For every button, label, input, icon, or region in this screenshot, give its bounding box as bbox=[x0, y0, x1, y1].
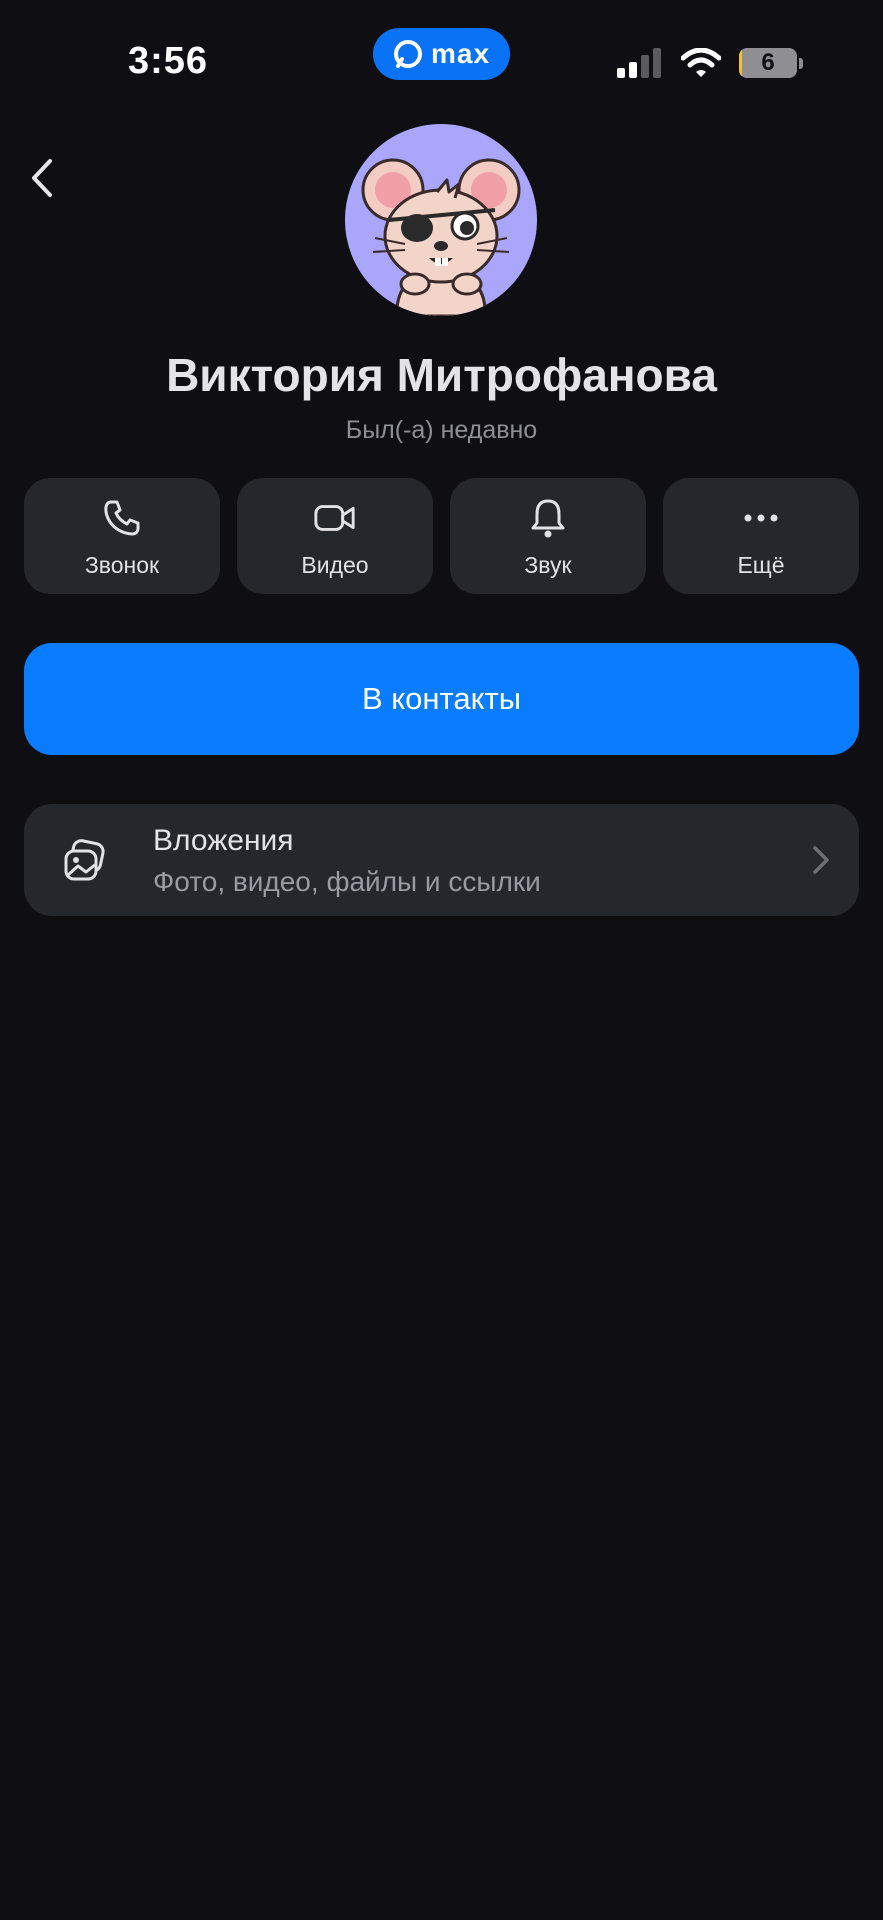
more-button[interactable]: Ещё bbox=[663, 478, 859, 594]
attachments-subtitle: Фото, видео, файлы и ссылки bbox=[153, 866, 541, 897]
sound-button-label: Звук bbox=[524, 552, 572, 578]
video-button-label: Видео bbox=[301, 552, 369, 578]
more-button-label: Ещё bbox=[737, 552, 785, 578]
add-to-contacts-label: В контакты bbox=[361, 681, 522, 716]
mouse-pirate-avatar-icon bbox=[361, 158, 521, 316]
gallery-icon bbox=[64, 839, 105, 881]
max-app-badge[interactable]: max bbox=[373, 28, 510, 80]
more-dots-icon bbox=[739, 496, 783, 540]
battery-level: 6 bbox=[761, 49, 775, 76]
call-button[interactable]: Звонок bbox=[24, 478, 220, 594]
cellular-signal-icon bbox=[617, 48, 661, 78]
attachments-row[interactable]: Вложения Фото, видео, файлы и ссылки bbox=[24, 804, 859, 916]
status-time: 3:56 bbox=[128, 40, 209, 82]
status-indicators: 6 bbox=[617, 48, 803, 78]
back-button[interactable] bbox=[22, 150, 62, 206]
chevron-left-icon bbox=[32, 159, 52, 197]
chevron-right-icon bbox=[813, 846, 829, 874]
wifi-icon bbox=[681, 48, 721, 77]
attachments-title: Вложения bbox=[153, 824, 294, 857]
max-badge-label: max bbox=[430, 38, 491, 69]
sound-button[interactable]: Звук bbox=[450, 478, 646, 594]
add-to-contacts-button[interactable]: В контакты bbox=[24, 643, 859, 755]
profile-status: Был(-а) недавно bbox=[345, 416, 538, 444]
avatar[interactable] bbox=[345, 124, 537, 316]
battery-fill bbox=[739, 48, 743, 78]
call-button-label: Звонок bbox=[84, 552, 160, 578]
action-bar: Звонок Видео Звук Ещё bbox=[24, 478, 859, 594]
profile-name: Виктория Митрофанова bbox=[166, 349, 717, 401]
video-button[interactable]: Видео bbox=[237, 478, 433, 594]
video-camera-icon bbox=[313, 496, 357, 540]
max-logo-icon bbox=[393, 40, 422, 68]
battery-icon: 6 bbox=[739, 48, 797, 78]
phone-icon bbox=[100, 496, 144, 540]
bell-icon bbox=[526, 496, 570, 540]
